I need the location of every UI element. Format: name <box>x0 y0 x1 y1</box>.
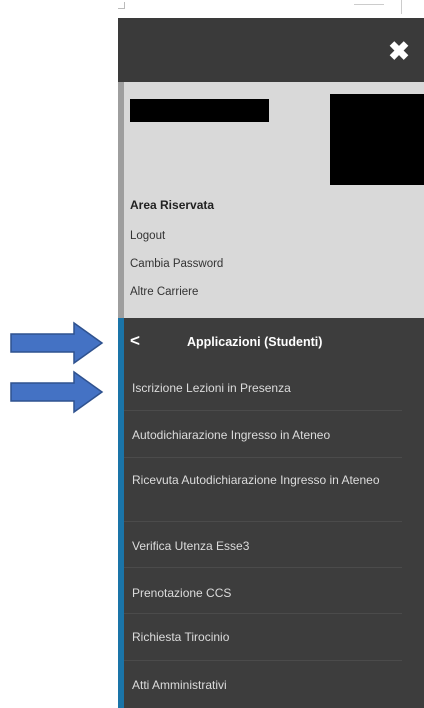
applications-title: Applicazioni (Studenti) <box>187 335 323 349</box>
menu-item-label: Verifica Utenza Esse3 <box>132 539 250 553</box>
close-icon[interactable]: ✖ <box>386 38 412 64</box>
menu-item-label: Autodichiarazione Ingresso in Ateneo <box>132 428 331 442</box>
other-careers-link[interactable]: Altre Carriere <box>130 286 198 298</box>
menu-item-label: Iscrizione Lezioni in Presenza <box>132 381 291 395</box>
menu-item-iscrizione-lezioni[interactable]: Iscrizione Lezioni in Presenza <box>124 366 402 411</box>
menu-item-label: Ricevuta Autodichiarazione Ingresso in A… <box>132 473 380 487</box>
logout-link[interactable]: Logout <box>130 230 165 242</box>
redacted-user-name <box>130 99 269 122</box>
menu-item-verifica-utenza[interactable]: Verifica Utenza Esse3 <box>124 522 402 568</box>
menu-header: ✖ <box>118 18 424 82</box>
top-strip-mark <box>354 0 384 5</box>
top-strip-mark <box>401 0 402 14</box>
redacted-user-photo <box>330 94 424 185</box>
applications-menu: < Applicazioni (Studenti) Iscrizione Lez… <box>118 318 424 708</box>
menu-item-richiesta-tirocinio[interactable]: Richiesta Tirocinio <box>124 614 402 661</box>
menu-item-label: Richiesta Tirocinio <box>132 630 230 644</box>
menu-item-prenotazione-ccs[interactable]: Prenotazione CCS <box>124 568 402 614</box>
menu-item-atti-amministrativi[interactable]: Atti Amministrativi <box>124 661 402 707</box>
top-strip-mark <box>118 2 125 9</box>
user-area: Area Riservata Logout Cambia Password Al… <box>118 82 424 318</box>
chevron-left-icon: < <box>130 331 140 350</box>
browser-top-strip <box>118 0 424 18</box>
user-area-left-bar <box>118 82 124 318</box>
applications-back-button[interactable]: < Applicazioni (Studenti) <box>124 318 424 366</box>
area-riservata-title: Area Riservata <box>130 198 215 212</box>
arrow-right-icon <box>10 370 104 414</box>
menu-item-ricevuta-autodichiarazione[interactable]: Ricevuta Autodichiarazione Ingresso in A… <box>124 458 402 522</box>
arrow-right-icon <box>10 321 104 365</box>
menu-item-autodichiarazione[interactable]: Autodichiarazione Ingresso in Ateneo <box>124 411 402 458</box>
change-password-link[interactable]: Cambia Password <box>130 258 223 270</box>
menu-item-label: Prenotazione CCS <box>132 586 232 600</box>
menu-item-label: Atti Amministrativi <box>132 678 227 692</box>
